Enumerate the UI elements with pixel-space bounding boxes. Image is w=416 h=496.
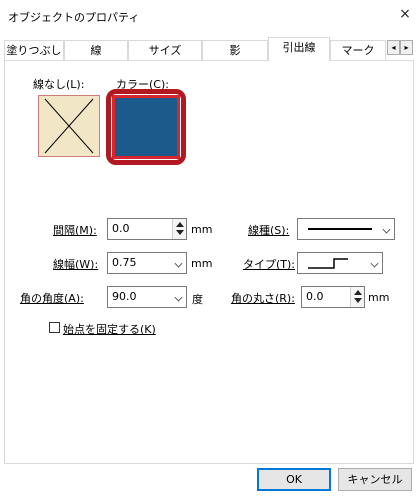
line-style-select[interactable] <box>297 218 395 240</box>
tab-strip: 塗りつぶし 線 サイズ 影 引出線 マーク ◂ ▸ <box>0 37 416 61</box>
width-select[interactable]: 0.75 <box>107 252 187 274</box>
chevron-down-icon <box>174 259 183 268</box>
title-bar: オブジェクトのプロパティ × <box>0 0 416 31</box>
spacing-stepper[interactable] <box>172 219 186 239</box>
line-style-preview <box>308 228 372 230</box>
no-line-x-icon <box>44 98 94 154</box>
chevron-down-icon <box>174 293 183 302</box>
window-title: オブジェクトのプロパティ <box>8 11 140 24</box>
tab-mark[interactable]: マーク <box>330 40 386 61</box>
rounding-stepper[interactable] <box>350 287 364 307</box>
chevron-down-icon <box>370 259 379 268</box>
rounding-unit: mm <box>368 291 390 304</box>
spacing-unit: mm <box>191 223 213 236</box>
width-unit: mm <box>191 257 213 270</box>
fix-start-label: 始点を固定する(K) <box>63 323 156 336</box>
tab-shadow[interactable]: 影 <box>202 40 268 61</box>
cancel-button[interactable]: キャンセル <box>338 468 412 491</box>
spacing-label: 間隔(M): <box>53 224 97 237</box>
line-style-label: 線種(S): <box>248 224 290 237</box>
step-line-icon <box>308 258 348 269</box>
chevron-down-icon <box>382 225 391 234</box>
tab-fill[interactable]: 塗りつぶし <box>4 40 64 61</box>
ok-button[interactable]: OK <box>257 468 331 491</box>
tab-leader-line[interactable]: 引出線 <box>268 37 330 61</box>
fix-start-checkbox[interactable] <box>49 322 60 333</box>
rounding-input[interactable]: 0.0 <box>301 286 365 308</box>
angle-unit: 度 <box>192 293 203 306</box>
type-select[interactable] <box>297 252 383 274</box>
tab-scroll-right-icon[interactable]: ▸ <box>400 40 413 55</box>
properties-dialog: オブジェクトのプロパティ × 塗りつぶし 線 サイズ 影 引出線 マーク ◂ ▸… <box>0 0 416 496</box>
type-label: タイプ(T): <box>243 258 296 271</box>
tab-line[interactable]: 線 <box>64 40 128 61</box>
spacing-input[interactable]: 0.0 <box>107 218 187 240</box>
angle-label: 角の角度(A): <box>20 292 84 305</box>
no-line-swatch[interactable] <box>38 95 100 157</box>
angle-select[interactable]: 90.0 <box>107 286 187 308</box>
close-icon[interactable]: × <box>397 5 413 23</box>
highlight-frame <box>106 89 186 165</box>
tab-size[interactable]: サイズ <box>128 40 202 61</box>
no-line-label: 線なし(L): <box>33 78 85 91</box>
width-label: 線幅(W): <box>53 258 99 271</box>
rounding-label: 角の丸さ(R): <box>231 292 295 305</box>
tab-scroll-left-icon[interactable]: ◂ <box>387 40 400 55</box>
